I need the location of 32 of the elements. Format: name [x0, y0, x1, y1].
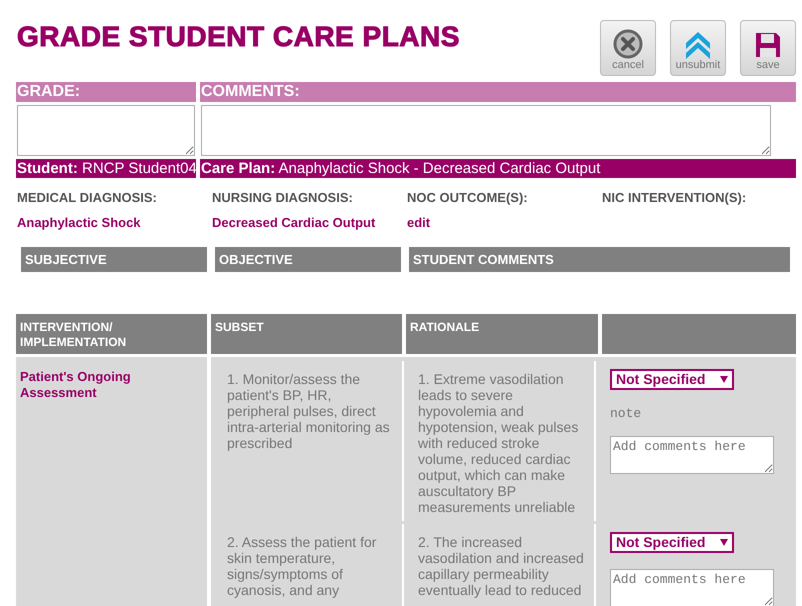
grade-header: GRADE:: [16, 82, 196, 102]
diagnosis-label: NURSING DIAGNOSIS:: [212, 189, 354, 207]
grade-field[interactable]: [17, 105, 195, 156]
rationale-cell: 2. The increased vasodilation and increased capillary permeability eventually lead to reduced: [408, 524, 596, 606]
diagnosis-label: NIC INTERVENTION(S):: [602, 189, 748, 207]
group-title: Patient's Ongoing Assessment: [20, 369, 132, 401]
caret-icon: [720, 539, 728, 546]
note-label: note: [610, 405, 642, 423]
diagnosis-value: Anaphylactic Shock: [17, 214, 142, 232]
page-title: GRADE STUDENT CARE PLANS: [17, 23, 460, 51]
care-plan-label: Care Plan: Anaphylactic Shock - Decreased Cardiac Output: [200, 159, 796, 178]
column-header: INTERVENTION/ IMPLEMENTATION: [16, 314, 207, 354]
diagnosis-label: MEDICAL DIAGNOSIS:: [17, 189, 158, 207]
column-header: RATIONALE: [406, 314, 598, 354]
comments-header: COMMENTS:: [200, 82, 796, 102]
student-label: Student: RNCP Student04: [16, 159, 196, 178]
comments-field[interactable]: [201, 105, 771, 156]
diagnosis-value: Decreased Cardiac Output: [212, 214, 376, 232]
column-header: SUBSET: [211, 314, 402, 354]
status-dropdown[interactable]: Not Specified: [610, 369, 734, 390]
section-header: STUDENT COMMENTS: [409, 247, 790, 272]
section-header: SUBJECTIVE: [21, 247, 207, 272]
close-icon: [613, 29, 643, 59]
caret-icon: [720, 376, 728, 383]
diagnosis-label: NOC OUTCOME(S):: [407, 189, 529, 207]
status-dropdown[interactable]: Not Specified: [610, 532, 734, 553]
comment-field[interactable]: Add comments here: [610, 569, 774, 606]
comment-field[interactable]: Add comments here: [610, 436, 774, 474]
diagnosis-value[interactable]: edit: [407, 212, 602, 232]
rationale-cell: 1. Extreme vasodilation leads to severe hypovolemia and hypotension, weak pulses with reduced stroke volume, reduced cardiac output, which can make auscultatory BP measurements unreliable: [408, 361, 596, 521]
section-header: OBJECTIVE: [215, 247, 401, 272]
double-chevron-up-icon: [684, 29, 712, 59]
